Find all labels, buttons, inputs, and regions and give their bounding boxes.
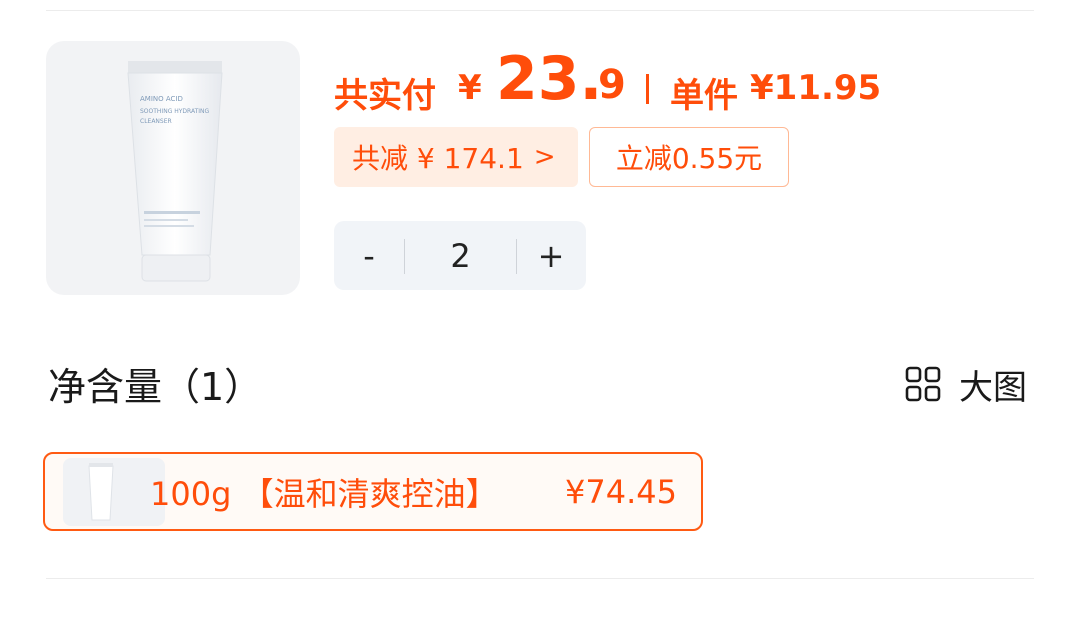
large-image-label: 大图 (959, 367, 1027, 408)
top-divider (46, 10, 1034, 11)
spec-option-selected[interactable]: 100g 【温和清爽控油】 ¥74.45 (43, 452, 703, 531)
spec-section-title: 净含量（1） (48, 365, 263, 409)
grid-view-icon (905, 366, 941, 402)
total-currency: ¥ (458, 68, 482, 108)
increase-quantity-button[interactable]: + (516, 221, 586, 290)
total-price-decimal: 9 (598, 62, 626, 108)
svg-text:SOOTHING HYDRATING: SOOTHING HYDRATING (140, 108, 210, 115)
instant-discount-chip: 立减0.55元 (589, 127, 789, 187)
total-discount-text: 共减 ¥ 174.1 (352, 142, 524, 175)
spec-option-price: ¥74.45 (565, 473, 677, 511)
unit-price-value: ¥11.95 (750, 68, 882, 108)
total-paid-label: 共实付 (334, 76, 436, 116)
chevron-right-icon: > (533, 142, 556, 172)
total-price-integer: 23. (496, 44, 603, 114)
price-summary: 共实付 ¥ 23. 9 单件 ¥11.95 (334, 40, 1034, 116)
unit-price-label: 单件 (670, 76, 738, 116)
price-separator (646, 74, 649, 104)
product-tube-icon: AMINO ACID SOOTHING HYDRATING CLEANSER (127, 61, 223, 282)
quantity-value[interactable]: 2 (405, 221, 516, 290)
svg-text:AMINO ACID: AMINO ACID (140, 95, 183, 103)
total-discount-chip[interactable]: 共减 ¥ 174.1 > (334, 127, 578, 187)
product-image[interactable]: AMINO ACID SOOTHING HYDRATING CLEANSER (46, 41, 300, 295)
instant-discount-text: 立减0.55元 (615, 142, 763, 175)
large-image-toggle[interactable]: 大图 (905, 360, 1027, 408)
bottom-divider (46, 578, 1034, 579)
decrease-quantity-button[interactable]: - (334, 221, 404, 290)
quantity-stepper: - 2 + (334, 221, 586, 290)
spec-option-label: 100g 【温和清爽控油】 (150, 475, 498, 513)
svg-text:CLEANSER: CLEANSER (140, 118, 172, 125)
